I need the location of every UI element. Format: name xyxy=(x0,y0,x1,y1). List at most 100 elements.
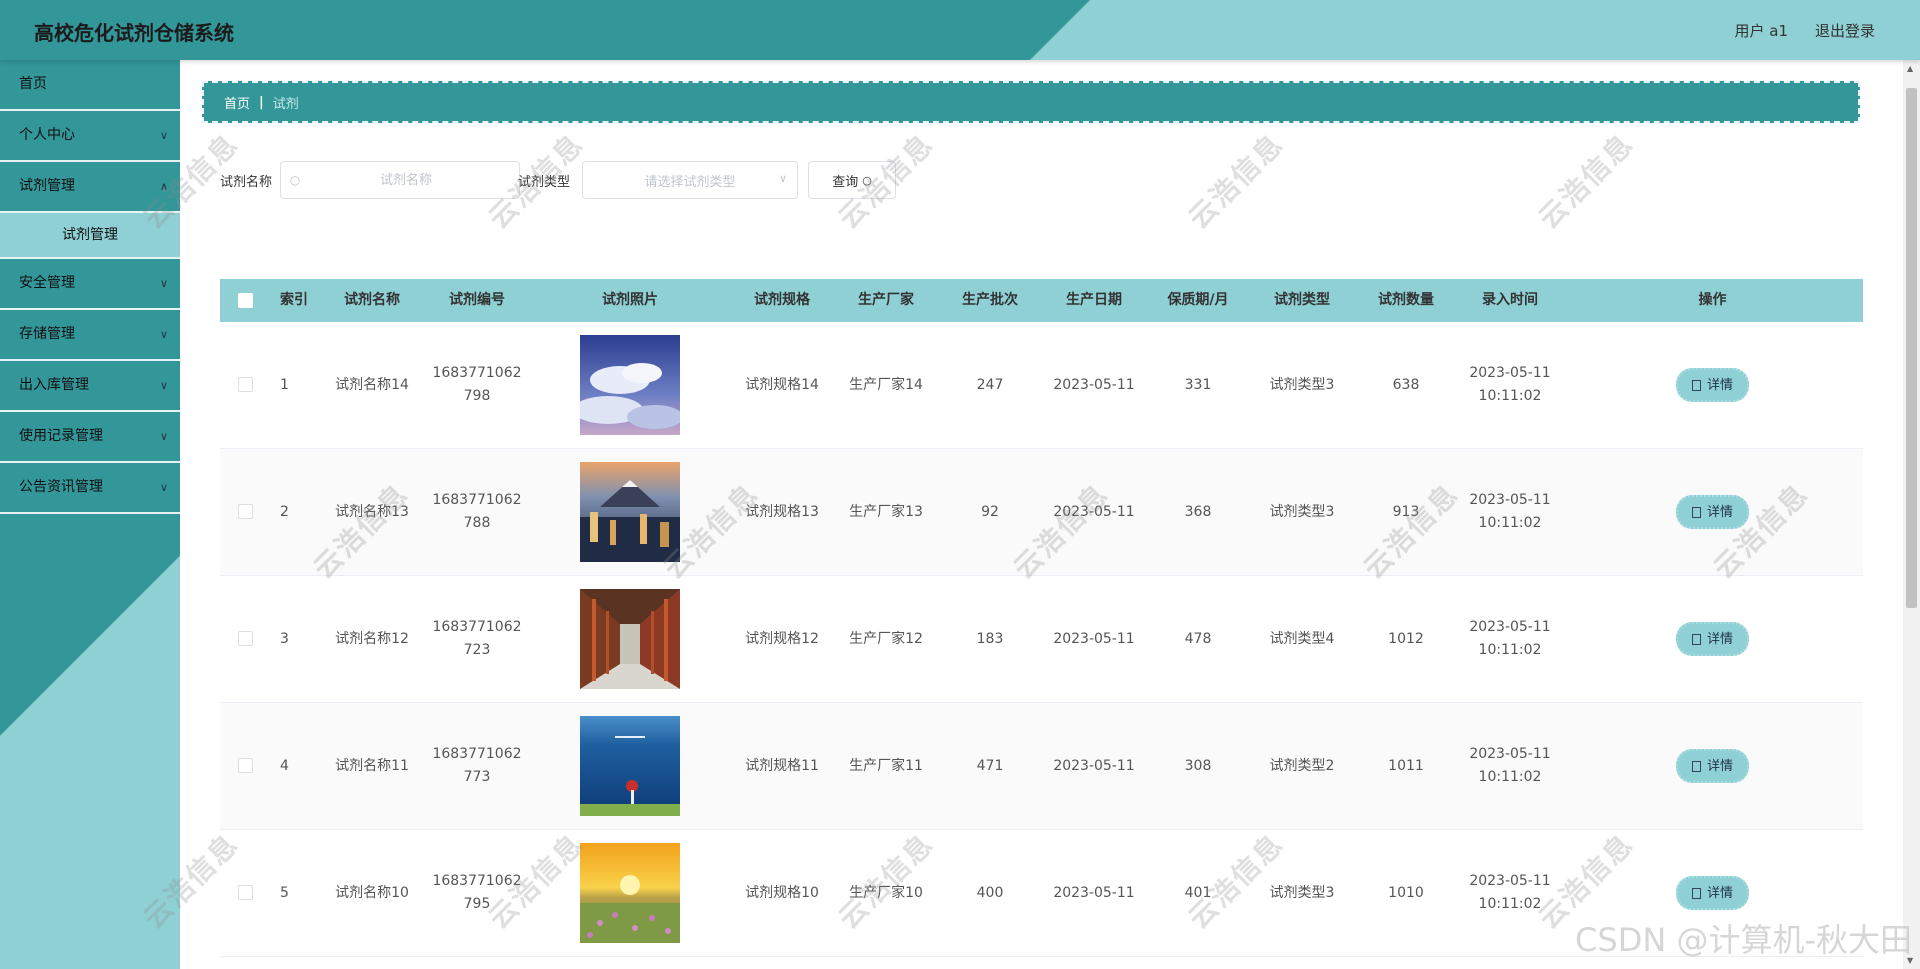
chevron-down-icon: ∨ xyxy=(159,328,168,341)
table-row: 4 试剂名称11 1683771062 773 试剂规格11 生产厂家11 471… xyxy=(220,703,1863,830)
sidebar-item-label: 存储管理 xyxy=(19,326,75,342)
row-entry-time: 2023-05-11 10:11:02 xyxy=(1458,489,1562,535)
sidebar-item-announcements[interactable]: 公告资讯管理 ∨ xyxy=(0,463,180,514)
document-icon xyxy=(1691,506,1701,518)
sidebar-item-label: 试剂管理 xyxy=(19,178,75,194)
vertical-scrollbar[interactable]: ▲ ▼ xyxy=(1903,60,1920,969)
row-entry-time: 2023-05-11 10:11:02 xyxy=(1458,870,1562,916)
sidebar-item-usage-records[interactable]: 使用记录管理 ∨ xyxy=(0,412,180,463)
scroll-down-arrow-icon[interactable]: ▼ xyxy=(1907,956,1913,965)
row-shelf-life: 401 xyxy=(1184,884,1212,901)
logout-link[interactable]: 退出登录 xyxy=(1815,20,1875,41)
select-all-checkbox[interactable] xyxy=(237,292,253,308)
document-icon xyxy=(1691,887,1701,899)
name-search-box: ○ xyxy=(280,161,521,199)
reagent-photo-sea[interactable] xyxy=(580,716,680,816)
row-select-cell xyxy=(220,628,270,651)
row-checkbox[interactable] xyxy=(237,885,253,900)
table-row: 3 试剂名称12 1683771062723 试剂规格12 生产厂家12 18 xyxy=(220,576,1863,703)
detail-button[interactable]: 详情 xyxy=(1675,876,1749,910)
document-icon xyxy=(1691,760,1701,772)
row-checkbox[interactable] xyxy=(237,377,253,392)
row-shelf-life: 368 xyxy=(1184,503,1212,520)
row-quantity: 1011 xyxy=(1388,757,1424,774)
sidebar-item-label: 公告资讯管理 xyxy=(19,479,103,495)
row-checkbox[interactable] xyxy=(237,504,253,519)
scrollbar-thumb[interactable] xyxy=(1906,88,1917,608)
sidebar-subitem-reagent-management[interactable]: 试剂管理 xyxy=(0,213,180,259)
row-time-clock: 10:11:02 xyxy=(1478,896,1542,912)
row-manufacturer: 生产厂家12 xyxy=(849,630,923,647)
sidebar-item-reagent-management[interactable]: 试剂管理 ∧ xyxy=(0,162,180,213)
row-select-cell xyxy=(220,882,270,905)
row-photo-cell xyxy=(530,843,730,943)
select-all-cell xyxy=(220,289,270,312)
row-code: 1683771062 723 xyxy=(424,616,530,662)
row-photo-cell xyxy=(530,335,730,435)
row-code-line2: 773 xyxy=(463,769,491,785)
row-checkbox[interactable] xyxy=(237,758,253,773)
reagent-photo-city[interactable] xyxy=(580,462,680,562)
sidebar-item-safety-management[interactable]: 安全管理 ∨ xyxy=(0,259,180,310)
sidebar-item-storage-management[interactable]: 存储管理 ∨ xyxy=(0,310,180,361)
breadcrumb: 首页 | 试剂 xyxy=(202,81,1860,123)
detail-button[interactable]: 详情 xyxy=(1675,368,1749,402)
row-quantity: 1012 xyxy=(1388,630,1424,647)
row-code-line2: 723 xyxy=(463,642,491,658)
row-code-line2: 795 xyxy=(463,896,491,912)
row-shelf-life: 331 xyxy=(1184,376,1212,393)
chevron-down-icon: ∨ xyxy=(778,172,788,185)
row-spec: 试剂规格10 xyxy=(745,884,819,901)
chevron-down-icon: ∨ xyxy=(159,481,168,494)
row-time-date: 2023-05-11 xyxy=(1469,365,1551,381)
sidebar-item-inout-management[interactable]: 出入库管理 ∨ xyxy=(0,361,180,412)
reagent-table: 索引 试剂名称 试剂编号 试剂照片 试剂规格 生产厂家 生产批次 生产日期 保质… xyxy=(220,279,1863,957)
row-name: 试剂名称13 xyxy=(335,503,409,520)
row-batch: 183 xyxy=(976,630,1004,647)
name-search-label: 试剂名称 xyxy=(220,174,273,190)
row-photo-cell xyxy=(530,716,730,816)
row-actions: 详情 xyxy=(1562,495,1863,529)
chevron-down-icon: ∨ xyxy=(159,277,168,290)
row-select-cell xyxy=(220,374,270,397)
name-search-input[interactable] xyxy=(309,171,504,189)
query-button[interactable]: 查询 ○ xyxy=(808,161,897,199)
row-index: 2 xyxy=(280,503,289,520)
row-code: 1683771062 773 xyxy=(424,743,530,789)
search-bar: 试剂名称 ○ 试剂类型 请选择试剂类型 ∨ 查询 ○ xyxy=(220,160,897,200)
breadcrumb-home[interactable]: 首页 xyxy=(224,93,250,112)
reagent-photo-sky[interactable] xyxy=(580,335,680,435)
row-shelf-life: 478 xyxy=(1184,630,1212,647)
header-code: 试剂编号 xyxy=(449,292,505,308)
row-name: 试剂名称10 xyxy=(335,884,409,901)
row-name: 试剂名称11 xyxy=(335,757,409,774)
reagent-photo-corridor[interactable] xyxy=(580,589,680,689)
row-time-clock: 10:11:02 xyxy=(1478,515,1542,531)
type-select[interactable]: 请选择试剂类型 ∨ xyxy=(582,161,799,199)
user-label: 用户 a1 xyxy=(1734,22,1788,40)
detail-button[interactable]: 详情 xyxy=(1675,495,1749,529)
row-index: 1 xyxy=(280,376,289,393)
row-manufacturer: 生产厂家11 xyxy=(849,757,923,774)
row-checkbox[interactable] xyxy=(237,631,253,646)
row-photo-cell xyxy=(530,462,730,562)
main-content: 首页 | 试剂 试剂名称 ○ 试剂类型 请选择试剂类型 ∨ 查询 ○ 索引 试剂… xyxy=(180,60,1920,969)
row-entry-time: 2023-05-11 10:11:02 xyxy=(1458,616,1562,662)
scroll-up-arrow-icon[interactable]: ▲ xyxy=(1907,64,1913,73)
row-entry-time: 2023-05-11 10:11:02 xyxy=(1458,362,1562,408)
detail-button[interactable]: 详情 xyxy=(1675,622,1749,656)
row-entry-time: 2023-05-11 10:11:02 xyxy=(1458,743,1562,789)
header-index: 索引 xyxy=(280,292,308,308)
reagent-photo-sunset[interactable] xyxy=(580,843,680,943)
sidebar-item-home[interactable]: 首页 xyxy=(0,60,180,111)
row-spec: 试剂规格13 xyxy=(745,503,819,520)
header-batch: 生产批次 xyxy=(962,292,1018,308)
query-button-label: 查询 xyxy=(832,174,859,190)
chevron-up-icon: ∧ xyxy=(159,180,168,193)
sidebar-item-personal-center[interactable]: 个人中心 ∨ xyxy=(0,111,180,162)
detail-button[interactable]: 详情 xyxy=(1675,749,1749,783)
header-spec: 试剂规格 xyxy=(754,292,810,308)
row-index: 3 xyxy=(280,630,289,647)
detail-button-label: 详情 xyxy=(1706,504,1733,520)
search-icon: ○ xyxy=(289,173,301,187)
